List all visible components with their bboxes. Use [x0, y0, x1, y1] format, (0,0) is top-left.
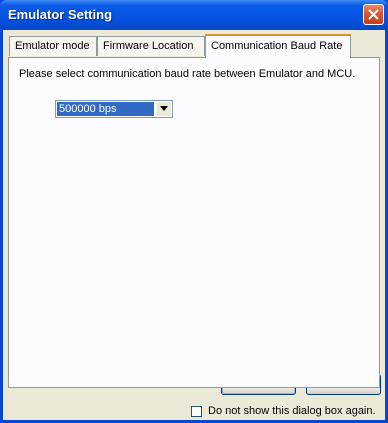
title-bar[interactable]: Emulator Setting — [0, 0, 388, 30]
close-icon — [368, 9, 379, 20]
tab-label: Emulator mode — [15, 40, 90, 52]
dont-show-label: Do not show this dialog box again. — [208, 405, 376, 417]
tab-emulator-mode[interactable]: Emulator mode — [9, 36, 97, 56]
tab-firmware-location[interactable]: Firmware Location — [97, 36, 205, 56]
baud-rate-value: 500000 bps — [57, 102, 154, 116]
dialog-client-area: Emulator mode Firmware Location Communic… — [3, 30, 385, 420]
dialog-window: Emulator Setting Emulator mode Firmware … — [0, 0, 388, 423]
dropdown-button[interactable] — [156, 102, 171, 116]
instruction-text: Please select communication baud rate be… — [19, 68, 356, 80]
baud-rate-select[interactable]: 500000 bps — [55, 100, 173, 118]
tab-panel: Please select communication baud rate be… — [8, 57, 380, 388]
tab-label: Communication Baud Rate — [211, 40, 343, 52]
window-title: Emulator Setting — [8, 7, 113, 22]
close-button[interactable] — [363, 4, 384, 25]
tab-label: Firmware Location — [103, 40, 194, 52]
dont-show-checkbox[interactable] — [191, 406, 202, 417]
chevron-down-icon — [160, 106, 168, 111]
tab-communication-baud-rate[interactable]: Communication Baud Rate — [205, 34, 351, 58]
